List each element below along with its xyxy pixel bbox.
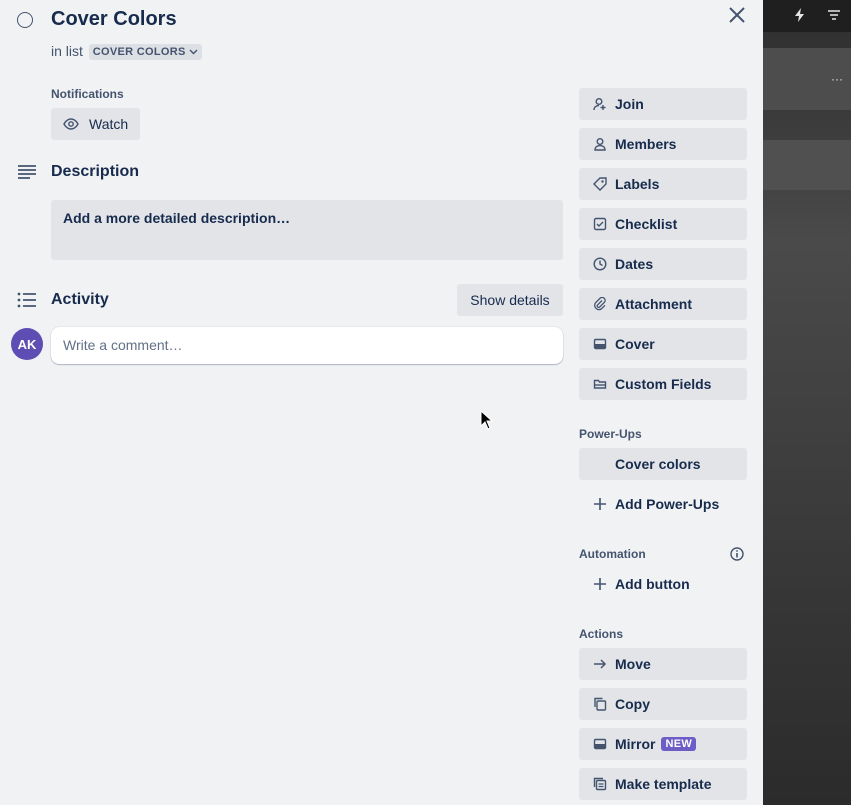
list-name-button[interactable]: COVER COLORS	[88, 44, 202, 60]
watch-button[interactable]: Watch	[51, 108, 140, 140]
plus-icon	[594, 498, 606, 510]
card-title[interactable]: Cover Colors	[51, 8, 177, 31]
close-icon[interactable]	[724, 2, 750, 28]
make-template-button[interactable]: Make template	[579, 768, 747, 800]
labels-label: Labels	[615, 176, 660, 192]
make-template-label: Make template	[615, 776, 712, 792]
activity-icon	[17, 292, 36, 308]
custom-fields-button[interactable]: Custom Fields	[579, 368, 747, 400]
filter-icon[interactable]	[827, 8, 841, 25]
show-details-label: Show details	[470, 292, 550, 308]
powerups-heading: Power-Ups	[579, 427, 642, 441]
copy-label: Copy	[615, 696, 650, 712]
powerup-cover-colors-button[interactable]: Cover colors	[579, 448, 747, 480]
list-breadcrumb: in list COVER COLORS	[51, 43, 202, 60]
labels-button[interactable]: Labels	[579, 168, 747, 200]
notifications-label: Notifications	[51, 87, 124, 101]
description-placeholder: Add a more detailed description…	[63, 210, 291, 226]
clock-icon	[593, 257, 607, 271]
board-backdrop: ···	[763, 0, 851, 805]
person-icon	[594, 138, 606, 151]
add-powerups-button[interactable]: Add Power-Ups	[579, 488, 747, 520]
watch-label: Watch	[89, 116, 129, 132]
add-button-button[interactable]: Add button	[579, 568, 747, 600]
card-complete-icon[interactable]	[17, 12, 33, 28]
copy-icon	[594, 697, 607, 711]
description-editor[interactable]: Add a more detailed description…	[51, 200, 563, 260]
chevron-down-icon	[189, 49, 198, 55]
custom-fields-label: Custom Fields	[615, 376, 712, 392]
show-details-button[interactable]: Show details	[457, 284, 563, 316]
add-button-label: Add button	[615, 576, 690, 592]
move-button[interactable]: Move	[579, 648, 747, 680]
cover-label: Cover	[615, 336, 655, 352]
dates-label: Dates	[615, 256, 654, 272]
mirror-button[interactable]: Mirror NEW	[579, 728, 747, 760]
lightning-icon[interactable]	[794, 8, 806, 25]
info-icon[interactable]	[730, 547, 744, 561]
new-badge: NEW	[661, 737, 697, 751]
cover-icon	[593, 338, 607, 350]
join-button[interactable]: Join	[579, 88, 747, 120]
avatar-initials: AK	[17, 336, 37, 352]
card-detail-modal: Cover Colors in list COVER COLORS Notifi…	[0, 0, 763, 805]
copy-button[interactable]: Copy	[579, 688, 747, 720]
eye-icon	[63, 118, 79, 130]
template-icon	[593, 777, 607, 791]
board-card	[763, 140, 851, 190]
paperclip-icon	[594, 297, 606, 311]
custom-fields-icon	[593, 379, 607, 389]
join-icon	[593, 98, 606, 111]
comment-input[interactable]: Write a comment…	[51, 327, 563, 364]
attachment-button[interactable]: Attachment	[579, 288, 747, 320]
checklist-label: Checklist	[615, 216, 678, 232]
members-button[interactable]: Members	[579, 128, 747, 160]
members-label: Members	[615, 136, 677, 152]
more-icon[interactable]: ···	[831, 72, 843, 86]
automation-heading: Automation	[579, 547, 646, 561]
activity-title: Activity	[51, 291, 109, 308]
attachment-label: Attachment	[615, 296, 693, 312]
comment-placeholder: Write a comment…	[63, 337, 183, 353]
checklist-icon	[593, 217, 607, 231]
description-icon	[18, 165, 36, 179]
mirror-label: Mirror	[615, 736, 656, 752]
dates-button[interactable]: Dates	[579, 248, 747, 280]
checklist-button[interactable]: Checklist	[579, 208, 747, 240]
arrow-right-icon	[594, 659, 607, 669]
description-title: Description	[51, 163, 140, 180]
powerup-cover-colors-label: Cover colors	[615, 456, 701, 472]
mirror-icon	[593, 738, 607, 750]
plus-icon	[594, 578, 606, 590]
join-label: Join	[615, 96, 644, 112]
cover-button[interactable]: Cover	[579, 328, 747, 360]
add-powerups-label: Add Power-Ups	[615, 496, 720, 512]
label-icon	[593, 177, 607, 191]
in-list-prefix: in list	[51, 43, 83, 59]
move-label: Move	[615, 656, 651, 672]
avatar[interactable]: AK	[11, 328, 43, 360]
list-name: COVER COLORS	[92, 46, 186, 58]
actions-heading: Actions	[579, 627, 624, 641]
mouse-cursor-icon	[480, 410, 494, 430]
